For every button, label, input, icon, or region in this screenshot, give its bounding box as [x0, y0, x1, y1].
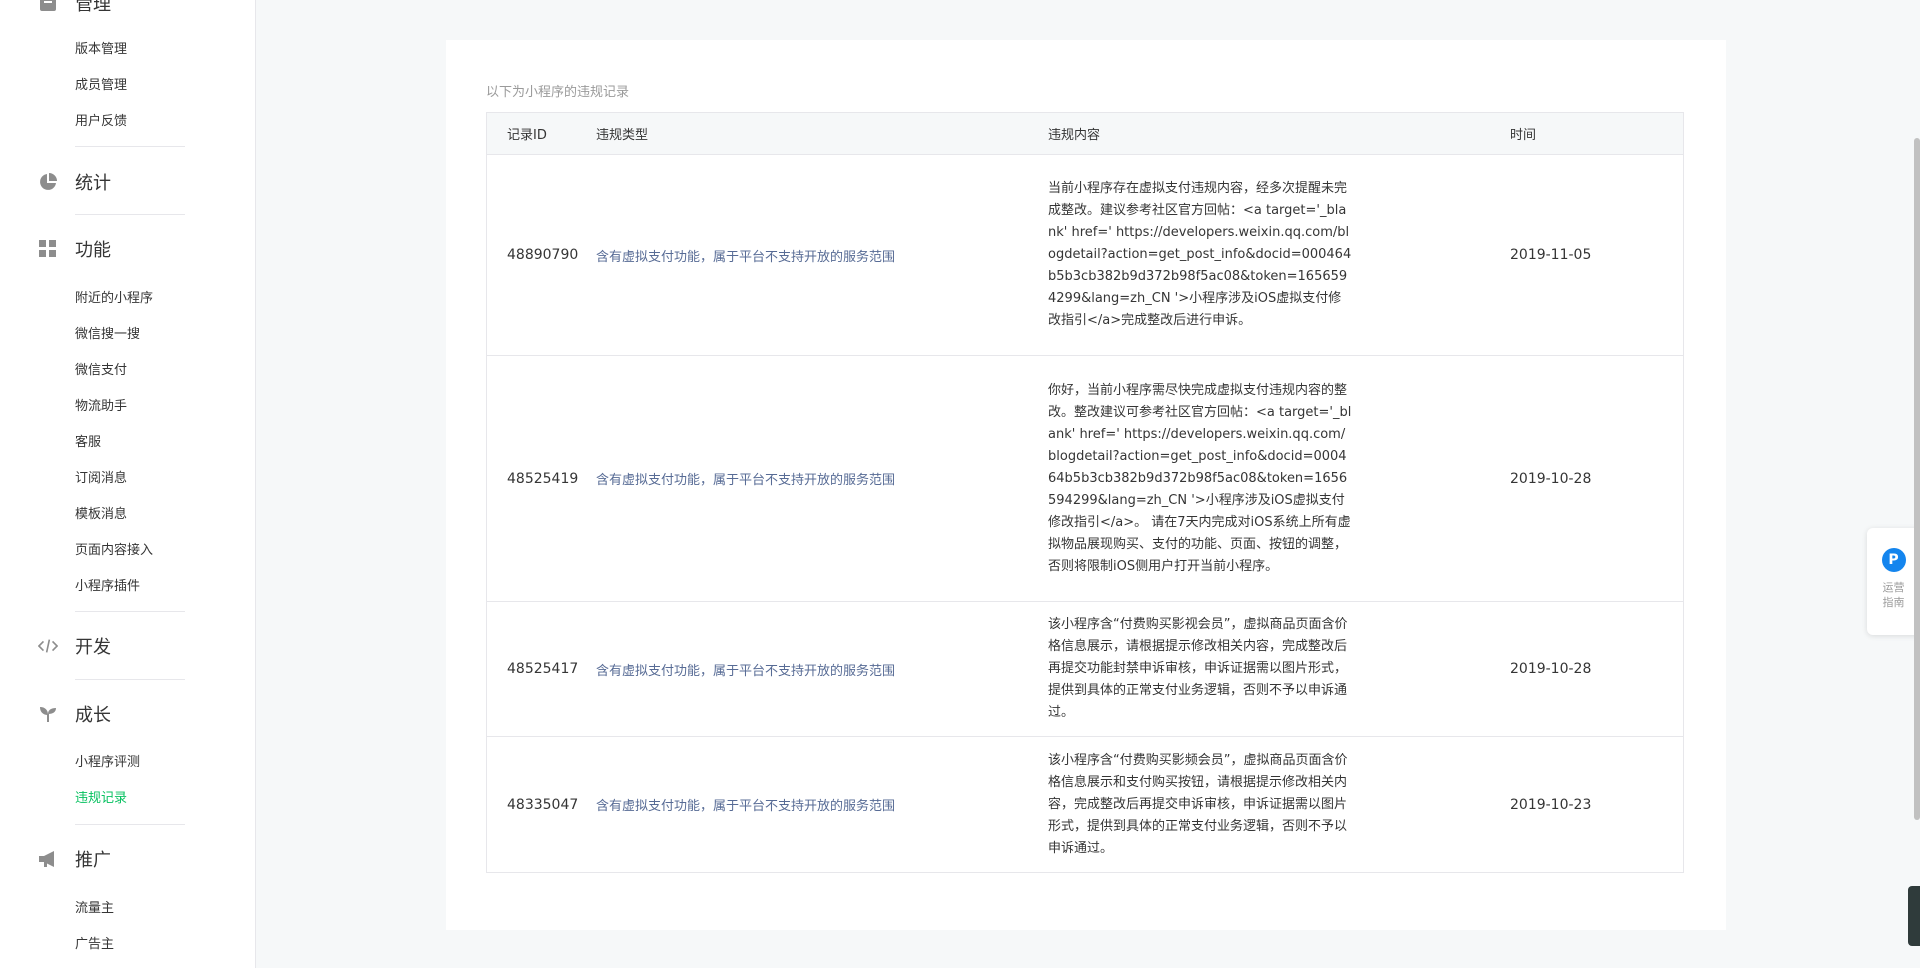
record-id: 48335047	[507, 796, 579, 813]
violation-type-link[interactable]: 含有虚拟支付功能，属于平台不支持开放的服务范围	[596, 795, 1048, 814]
column-header-type: 违规类型	[596, 128, 649, 143]
nav-item-publisher[interactable]: 流量主	[75, 900, 114, 918]
nav-item-template[interactable]: 模板消息	[75, 506, 127, 524]
nav-item-violations[interactable]: 违规记录	[75, 790, 127, 808]
record-id: 48890790	[507, 247, 579, 263]
record-id: 48525419	[507, 470, 579, 487]
nav-section-develop[interactable]: 开发	[38, 631, 111, 661]
violation-content: 你好，当前小程序需尽快完成虚拟支付违规内容的整改。整改建议可参考社区官方回帖：<…	[1048, 382, 1352, 574]
nav-item-version[interactable]: 版本管理	[75, 41, 127, 59]
record-time: 2019-10-28	[1510, 661, 1592, 677]
manage-icon	[38, 0, 58, 13]
operations-guide-float[interactable]: P 运营 指南	[1867, 528, 1920, 635]
divider	[75, 611, 185, 612]
pie-chart-icon	[38, 172, 58, 192]
nav-item-service[interactable]: 客服	[75, 434, 101, 452]
nav-section-label: 推广	[75, 850, 111, 871]
table-header: 记录ID 违规类型 违规内容 时间	[487, 113, 1683, 155]
violations-table: 记录ID 违规类型 违规内容 时间 48890790 含有虚拟支付功能，属于平台…	[486, 112, 1684, 873]
violation-content: 该小程序含“付费购买影频会员”，虚拟商品页面含价格信息展示和支付购买按钮，请根据…	[1048, 752, 1348, 856]
violation-type-link[interactable]: 含有虚拟支付功能，属于平台不支持开放的服务范围	[596, 246, 1048, 265]
violation-type-link[interactable]: 含有虚拟支付功能，属于平台不支持开放的服务范围	[596, 469, 1048, 488]
main-card: 以下为小程序的违规记录 记录ID 违规类型 违规内容 时间 48890790 含…	[446, 40, 1726, 930]
guide-label-line2: 指南	[1882, 596, 1905, 609]
sidebar: 管理 版本管理 成员管理 用户反馈 统计 功能 附近的小程序 微信搜一搜 微信支…	[0, 0, 256, 968]
nav-section-label: 管理	[75, 0, 111, 15]
record-time: 2019-11-05	[1510, 247, 1592, 263]
table-row: 48525419 含有虚拟支付功能，属于平台不支持开放的服务范围 你好，当前小程…	[487, 356, 1683, 602]
nav-section-growth[interactable]: 成长	[38, 699, 111, 729]
column-header-content: 违规内容	[1048, 128, 1101, 143]
nav-section-stats[interactable]: 统计	[38, 167, 111, 197]
nav-item-search[interactable]: 微信搜一搜	[75, 326, 140, 344]
table-row: 48335047 含有虚拟支付功能，属于平台不支持开放的服务范围 该小程序含“付…	[487, 737, 1683, 872]
nav-item-pay[interactable]: 微信支付	[75, 362, 127, 380]
page-caption: 以下为小程序的违规记录	[486, 85, 630, 100]
divider	[75, 679, 185, 680]
table-row: 48890790 含有虚拟支付功能，属于平台不支持开放的服务范围 当前小程序存在…	[487, 155, 1683, 356]
nav-section-manage[interactable]: 管理	[38, 0, 111, 18]
nav-item-members[interactable]: 成员管理	[75, 77, 127, 95]
nav-section-label: 统计	[75, 173, 111, 194]
side-widget-tab[interactable]	[1908, 886, 1920, 946]
nav-item-nearby[interactable]: 附近的小程序	[75, 290, 153, 308]
guide-label-line1: 运营	[1882, 581, 1905, 594]
nav-section-label: 开发	[75, 637, 111, 658]
nav-item-advertiser[interactable]: 广告主	[75, 936, 114, 954]
guide-badge-icon: P	[1881, 548, 1906, 572]
nav-item-logistics[interactable]: 物流助手	[75, 398, 127, 416]
nav-section-features[interactable]: 功能	[38, 234, 111, 264]
sprout-icon	[38, 704, 58, 724]
violation-type-link[interactable]: 含有虚拟支付功能，属于平台不支持开放的服务范围	[596, 660, 1048, 679]
page-scrollbar[interactable]	[1914, 138, 1920, 820]
nav-item-subscribe[interactable]: 订阅消息	[75, 470, 127, 488]
column-header-id: 记录ID	[507, 128, 547, 143]
nav-section-label: 成长	[75, 705, 111, 726]
nav-section-label: 功能	[75, 240, 111, 261]
record-time: 2019-10-23	[1510, 796, 1592, 813]
nav-item-plugin[interactable]: 小程序插件	[75, 578, 140, 596]
record-id: 48525417	[507, 661, 579, 677]
table-row: 48525417 含有虚拟支付功能，属于平台不支持开放的服务范围 该小程序含“付…	[487, 602, 1683, 737]
megaphone-icon	[38, 849, 58, 869]
violation-content: 该小程序含“付费购买影视会员”，虚拟商品页面含价格信息展示，请根据提示修改相关内…	[1048, 617, 1348, 720]
grid-icon	[38, 239, 58, 259]
divider	[75, 214, 185, 215]
nav-item-feedback[interactable]: 用户反馈	[75, 113, 127, 131]
divider	[75, 146, 185, 147]
divider	[75, 824, 185, 825]
record-time: 2019-10-28	[1510, 470, 1592, 487]
nav-item-content[interactable]: 页面内容接入	[75, 542, 153, 560]
nav-section-promote[interactable]: 推广	[38, 844, 111, 874]
column-header-time: 时间	[1510, 128, 1537, 143]
nav-item-review[interactable]: 小程序评测	[75, 754, 140, 772]
violation-content: 当前小程序存在虚拟支付违规内容，经多次提醒未完成整改。建议参考社区官方回帖：<a…	[1048, 181, 1352, 328]
code-icon	[38, 636, 58, 656]
